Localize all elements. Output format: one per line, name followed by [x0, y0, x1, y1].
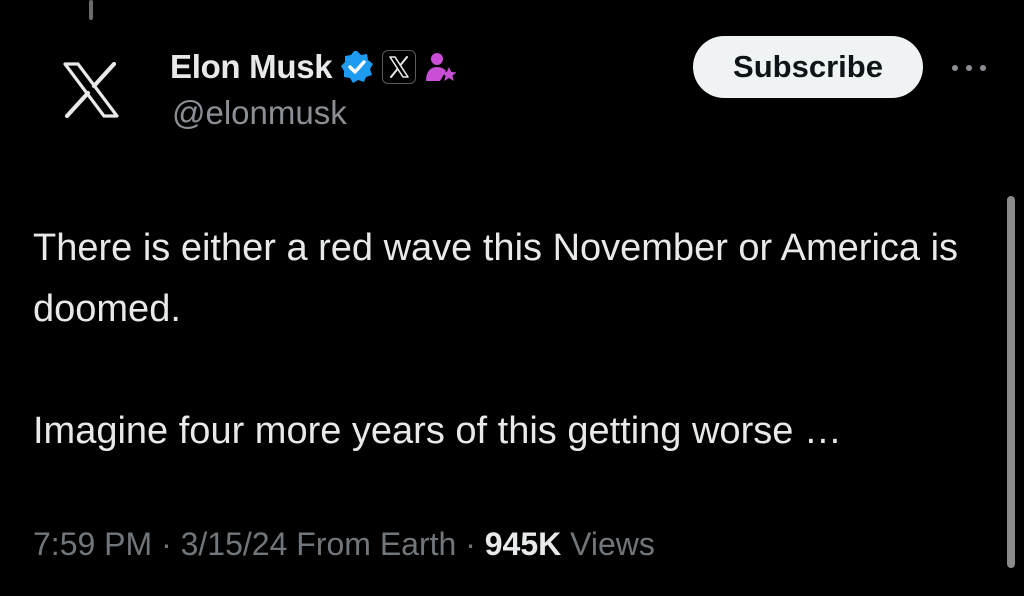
tweet-paragraph: Imagine four more years of this getting …: [33, 410, 842, 452]
subscribe-button[interactable]: Subscribe: [693, 36, 923, 98]
more-options-icon[interactable]: [946, 58, 992, 78]
tweet-metadata: 7:59 PM · 3/15/24 From Earth · 945K View…: [33, 526, 655, 563]
views-count[interactable]: 945K: [485, 526, 562, 562]
meta-separator: ·: [456, 526, 485, 562]
tweet-time[interactable]: 7:59 PM: [33, 526, 152, 562]
author-name-row: Elon Musk: [170, 44, 458, 90]
avatar[interactable]: [58, 57, 124, 123]
subscriber-star-icon[interactable]: [424, 50, 458, 84]
tweet-location: From Earth: [296, 526, 457, 562]
tweet-paragraph: There is either a red wave this November…: [33, 227, 959, 330]
thread-connector-line: [89, 0, 93, 20]
x-affiliate-badge-icon[interactable]: [382, 50, 417, 84]
verified-badge-icon[interactable]: [340, 50, 374, 84]
author-display-name[interactable]: Elon Musk: [170, 48, 333, 86]
author-handle[interactable]: @elonmusk: [172, 94, 347, 132]
scrollbar[interactable]: [1007, 196, 1015, 568]
x-logo-icon: [63, 62, 119, 118]
tweet-text: There is either a red wave this November…: [33, 218, 983, 462]
meta-separator: ·: [152, 526, 181, 562]
views-label[interactable]: Views: [570, 526, 655, 562]
tweet-date[interactable]: 3/15/24: [181, 526, 288, 562]
